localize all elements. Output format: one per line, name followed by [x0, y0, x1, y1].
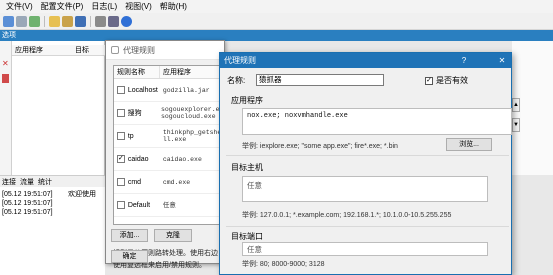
- menu-view[interactable]: 视图(V): [121, 0, 156, 13]
- table-row[interactable]: tp thinkphp_getshe ll.exe: [114, 125, 225, 148]
- ports-value: 任意: [247, 245, 262, 254]
- gear-icon[interactable]: [95, 15, 106, 27]
- print-icon[interactable]: [108, 15, 119, 27]
- rule-checkbox[interactable]: [117, 109, 125, 117]
- log-row: [05.12 19:51:07]: [0, 199, 105, 208]
- editor-title: 代理规则: [224, 56, 256, 65]
- rule-checkbox[interactable]: [117, 132, 125, 140]
- log-time: [05.12 19:51:07]: [2, 209, 53, 216]
- rule-name: 搜狗: [127, 110, 142, 117]
- rule-checkbox[interactable]: [117, 86, 125, 94]
- rules-table-header: 规则名称 应用程序: [114, 66, 225, 79]
- clone-rule-button[interactable]: 克隆: [154, 229, 192, 242]
- editor-titlebar: 代理规则 ? ✕: [220, 53, 511, 68]
- divider: [226, 226, 509, 227]
- ok-button[interactable]: 确定: [111, 250, 148, 263]
- rule-editor-dialog: 代理规则 ? ✕ 名称: 猿抓器 ✓ 是否有效 应用程序 nox.exe; no…: [219, 52, 512, 275]
- log-time: [05.12 19:51:07]: [2, 200, 53, 207]
- column-rule-app[interactable]: 应用程序: [160, 66, 191, 78]
- tab-traffic[interactable]: 流量: [20, 177, 34, 187]
- copy-icon[interactable]: [16, 15, 27, 27]
- apps-input[interactable]: nox.exe; noxvmhandle.exe: [242, 108, 512, 135]
- rule-checkbox[interactable]: ✓: [117, 155, 125, 163]
- rules-table: 规则名称 应用程序 Localhost godzilla.jar 搜狗 sogo…: [113, 65, 226, 225]
- column-target[interactable]: 目标: [72, 45, 89, 55]
- dialog-titlebar: 代理规则: [106, 41, 224, 60]
- rule-checkbox[interactable]: [117, 201, 125, 209]
- app-icon: [111, 46, 119, 54]
- apps-example: 举例: iexplore.exe; "some app.exe"; fire*.…: [242, 143, 398, 150]
- stop-icon[interactable]: [2, 74, 9, 83]
- log-message: 欢迎使用: [68, 191, 96, 198]
- import-icon[interactable]: [62, 15, 73, 27]
- hosts-input[interactable]: 任意: [242, 176, 488, 202]
- rule-app: godzilla.jar: [162, 86, 210, 94]
- dialog-title: 代理规则: [123, 45, 155, 55]
- folder-icon[interactable]: [49, 15, 60, 27]
- column-rule-name[interactable]: 规则名称: [114, 66, 160, 78]
- rule-app: 任意: [162, 201, 176, 209]
- save-icon[interactable]: [75, 15, 86, 27]
- move-up-button[interactable]: ▲: [512, 98, 520, 112]
- apps-value: nox.exe; noxvmhandle.exe: [247, 112, 348, 120]
- open-icon[interactable]: [3, 15, 14, 27]
- rule-name: caidao: [127, 155, 149, 163]
- hosts-group-label: 目标主机: [231, 163, 263, 172]
- proxy-rules-dialog: 代理规则 规则名称 应用程序 Localhost godzilla.jar 搜狗…: [105, 40, 226, 269]
- ports-example: 举例: 80; 8000-9000; 3128: [242, 261, 325, 268]
- table-row[interactable]: ✓ caidao caidao.exe: [114, 148, 225, 171]
- window-title: 选项: [0, 30, 553, 41]
- help-icon[interactable]: [121, 15, 132, 27]
- hosts-value: 任意: [247, 181, 262, 190]
- rule-name: tp: [127, 132, 134, 140]
- menu-bar: 文件(V) 配置文件(P) 日志(L) 视图(V) 帮助(H): [0, 0, 553, 13]
- table-row[interactable]: Localhost godzilla.jar: [114, 79, 225, 102]
- name-input[interactable]: 猿抓器: [256, 74, 384, 86]
- side-buttons: ▲ ▼: [512, 98, 522, 138]
- toolbar: [0, 13, 553, 30]
- close-icon[interactable]: ✕: [0, 41, 11, 68]
- rule-name: Localhost: [127, 86, 158, 94]
- table-row[interactable]: Default 任意: [114, 194, 225, 217]
- table-row[interactable]: 搜狗 sogouexplorer.exe; sogoucloud.exe: [114, 102, 225, 125]
- menu-log[interactable]: 日志(L): [87, 0, 121, 13]
- enabled-checkbox[interactable]: ✓: [425, 76, 433, 85]
- rule-app: cmd.exe: [162, 178, 191, 186]
- column-app[interactable]: 应用程序: [12, 45, 72, 55]
- bottom-tabs: 连接 流量 统计: [0, 175, 105, 187]
- rule-name: Default: [127, 201, 151, 209]
- ports-input[interactable]: 任意: [242, 242, 488, 256]
- rule-app: sogouexplorer.exe; sogoucloud.exe: [161, 106, 226, 120]
- divider: [226, 155, 509, 156]
- rule-app: caidao.exe: [162, 155, 202, 163]
- tab-statistics[interactable]: 统计: [38, 177, 52, 187]
- apps-group-label: 应用程序: [231, 96, 263, 105]
- app-list-pane: [12, 41, 105, 175]
- move-down-button[interactable]: ▼: [512, 118, 520, 132]
- browse-button[interactable]: 浏览...: [446, 138, 492, 151]
- ports-group-label: 目标端口: [231, 232, 263, 241]
- app-list-header: 应用程序 目标: [12, 45, 105, 56]
- image-icon[interactable]: [29, 15, 40, 27]
- enabled-label: 是否有效: [436, 76, 468, 85]
- menu-help[interactable]: 帮助(H): [156, 0, 191, 13]
- log-time: [05.12 19:51:07]: [2, 191, 53, 198]
- log-pane: [05.12 19:51:07] 欢迎使用 [05.12 19:51:07] [0…: [0, 187, 105, 275]
- name-label: 名称:: [227, 76, 246, 85]
- table-row[interactable]: cmd cmd.exe: [114, 171, 225, 194]
- hosts-example: 举例: 127.0.0.1; *.example.com; 192.168.1.…: [242, 212, 452, 219]
- menu-profile[interactable]: 配置文件(P): [37, 0, 88, 13]
- help-button[interactable]: ?: [455, 56, 473, 65]
- close-button[interactable]: ✕: [493, 56, 511, 65]
- menu-file[interactable]: 文件(V): [2, 0, 37, 13]
- rule-name: cmd: [127, 178, 142, 186]
- left-strip: ✕: [0, 41, 12, 175]
- log-row: [05.12 19:51:07] 欢迎使用: [0, 190, 105, 199]
- add-rule-button[interactable]: 添加...: [111, 229, 148, 242]
- enabled-checkbox-group: ✓ 是否有效: [425, 75, 468, 86]
- tab-connections[interactable]: 连接: [2, 177, 16, 187]
- log-row: [05.12 19:51:07]: [0, 208, 105, 217]
- rule-app: thinkphp_getshe ll.exe: [162, 129, 222, 143]
- rule-checkbox[interactable]: [117, 178, 125, 186]
